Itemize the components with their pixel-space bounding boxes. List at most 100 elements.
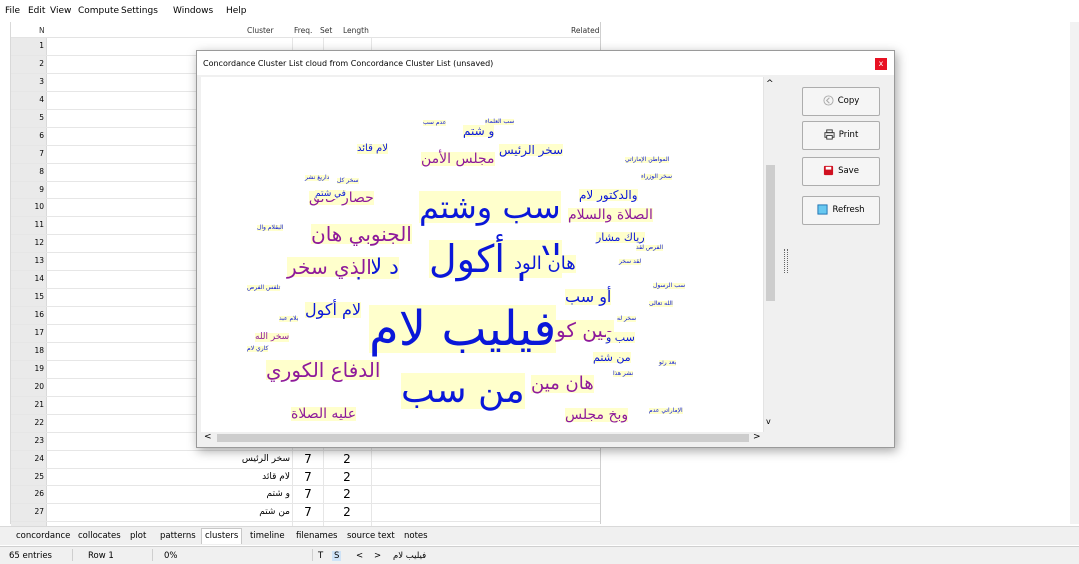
hscroll-thumb[interactable]: [217, 434, 749, 442]
cloud-word[interactable]: في شتم: [315, 190, 346, 199]
scroll-thumb[interactable]: [766, 165, 775, 301]
menu-settings[interactable]: Settings: [121, 6, 158, 16]
percent-indicator: 0%: [164, 551, 178, 561]
cloud-word[interactable]: الجنوبي هان: [311, 224, 412, 244]
table-row[interactable]: 26 و شتم 7 2: [11, 486, 601, 505]
cloud-word[interactable]: الفرص لقد: [636, 245, 664, 251]
header-cluster[interactable]: Cluster: [247, 26, 274, 35]
cloud-word[interactable]: داريغ نشر: [305, 175, 330, 181]
cloud-word[interactable]: الإماراتي عدم: [649, 408, 683, 414]
menu-windows[interactable]: Windows: [173, 6, 213, 16]
cloud-word[interactable]: الذي سخر: [287, 257, 372, 277]
prev-arrow[interactable]: <: [356, 551, 363, 561]
s-toggle[interactable]: S: [332, 551, 342, 561]
cloud-word[interactable]: مجلس الأمن: [421, 152, 495, 166]
menu-help[interactable]: Help: [226, 6, 247, 16]
freq-cell: 7: [293, 504, 324, 522]
cloud-word[interactable]: المواطن الإماراتي: [625, 157, 670, 163]
cloud-word[interactable]: بلام عبد: [279, 316, 299, 322]
cloud-word[interactable]: الصلاة والسلام: [568, 208, 653, 222]
cluster-cell: سخر الرئيس: [47, 450, 293, 468]
row-number: 21: [11, 396, 47, 414]
cloud-word[interactable]: سب و: [606, 332, 635, 343]
cloud-word[interactable]: عليه الصلاة: [291, 407, 357, 421]
save-icon: [823, 165, 834, 176]
copy-button[interactable]: Copy: [802, 87, 880, 116]
cloud-word[interactable]: رياك مشار: [596, 232, 645, 243]
row-number: 25: [11, 468, 47, 486]
refresh-button[interactable]: Refresh: [802, 196, 880, 225]
menu-edit[interactable]: Edit: [28, 6, 45, 16]
cloud-word[interactable]: سخر الرئيس: [499, 144, 564, 156]
print-button[interactable]: Print: [802, 121, 880, 150]
menu-view[interactable]: View: [50, 6, 71, 16]
close-button[interactable]: x: [875, 58, 887, 70]
cloud-word[interactable]: سخر له: [617, 316, 637, 322]
scroll-right-icon[interactable]: >: [753, 432, 761, 442]
cluster-cell: لام قائد: [47, 468, 293, 486]
cloud-word[interactable]: فيليب لام: [369, 305, 557, 353]
scroll-left-icon[interactable]: <: [204, 432, 212, 442]
cloud-word[interactable]: من شتم: [593, 352, 631, 363]
tab-notes[interactable]: notes: [404, 531, 428, 541]
table-row[interactable]: 25 لام قائد 7 2: [11, 468, 601, 487]
table-row[interactable]: 27 من شتم 7 2: [11, 504, 601, 523]
tab-patterns[interactable]: patterns: [160, 531, 196, 541]
header-n[interactable]: N: [39, 26, 45, 35]
row-number: 26: [11, 486, 47, 504]
table-row[interactable]: 24 سخر الرئيس 7 2: [11, 450, 601, 469]
cloud-horizontal-scrollbar[interactable]: < >: [201, 432, 763, 445]
row-number: 1: [11, 38, 47, 55]
cloud-word[interactable]: سب وشتم: [419, 191, 561, 223]
splitter-handle[interactable]: [779, 77, 791, 443]
cloud-word[interactable]: سخر الوزراء: [641, 174, 672, 180]
header-set[interactable]: Set: [320, 26, 332, 35]
tab-source-text[interactable]: source text: [347, 531, 395, 541]
tab-plot[interactable]: plot: [130, 531, 146, 541]
cloud-word[interactable]: الله تعالى: [649, 301, 673, 307]
t-toggle[interactable]: T: [318, 551, 323, 561]
tab-timeline[interactable]: timeline: [250, 531, 285, 541]
menu-bar: File Edit View Compute Settings Windows …: [0, 0, 1079, 21]
tab-clusters[interactable]: clusters: [201, 528, 243, 544]
cloud-word[interactable]: عدم سب: [423, 120, 447, 126]
header-length[interactable]: Length: [343, 26, 369, 35]
tab-collocates[interactable]: collocates: [78, 531, 121, 541]
cloud-word[interactable]: كاري لام: [247, 346, 269, 352]
row-number: 13: [11, 253, 47, 271]
cloud-word[interactable]: سب الرسول: [653, 283, 686, 289]
cloud-word[interactable]: و شتم: [463, 125, 495, 137]
cloud-word[interactable]: هان مين: [531, 375, 594, 393]
save-button[interactable]: Save: [802, 157, 880, 186]
dialog-titlebar[interactable]: Concordance Cluster List cloud from Conc…: [197, 51, 894, 75]
menu-file[interactable]: File: [5, 6, 20, 16]
next-arrow[interactable]: >: [374, 551, 381, 561]
cloud-word[interactable]: سب العلماء: [485, 119, 515, 125]
row-number: 16: [11, 307, 47, 324]
cloud-word[interactable]: لام أكول: [305, 302, 362, 318]
tab-filenames[interactable]: filenames: [296, 531, 337, 541]
cloud-word[interactable]: تلفس الفرص: [247, 285, 281, 291]
cloud-word[interactable]: الدفاع الكوري: [266, 360, 381, 380]
cloud-word[interactable]: سخر كل: [337, 178, 359, 184]
header-related[interactable]: Related: [571, 26, 599, 35]
cloud-word[interactable]: هان الود: [514, 255, 576, 273]
header-freq[interactable]: Freq.: [294, 26, 312, 35]
tab-concordance[interactable]: concordance: [16, 531, 70, 541]
row-number: 17: [11, 325, 47, 342]
cloud-word[interactable]: وبخ مجلس: [565, 408, 629, 422]
cloud-word[interactable]: البقلام وال: [257, 225, 284, 231]
scroll-up-icon[interactable]: ^: [766, 79, 774, 89]
menu-compute[interactable]: Compute: [78, 6, 119, 16]
cloud-word[interactable]: والدكتور لام: [579, 189, 638, 201]
cloud-word[interactable]: لام قائد: [357, 144, 388, 154]
main-vertical-scrollbar[interactable]: [1070, 22, 1079, 524]
cloud-vertical-scrollbar[interactable]: ^ v: [763, 77, 777, 432]
cloud-word[interactable]: أو سب: [565, 289, 612, 305]
scroll-down-icon[interactable]: v: [766, 417, 771, 426]
cloud-word[interactable]: بعد رثو: [659, 360, 677, 366]
cloud-word[interactable]: سخر الله: [255, 333, 290, 342]
cloud-word[interactable]: من سب: [401, 373, 525, 409]
cloud-word[interactable]: لقد سخر: [619, 259, 642, 265]
cloud-word[interactable]: نشر هذا: [613, 371, 634, 377]
